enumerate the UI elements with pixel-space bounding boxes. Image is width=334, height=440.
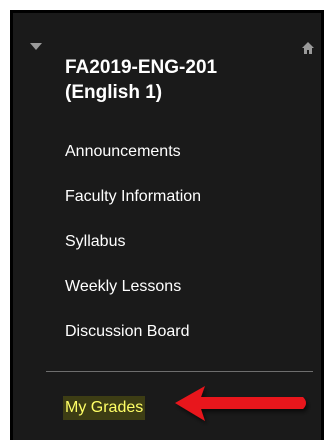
red-arrow-icon: [175, 386, 306, 421]
menu-divider: [46, 371, 313, 372]
course-name: (English 1): [65, 82, 163, 103]
caret-down-icon[interactable]: [30, 43, 42, 50]
menu-item-announcements[interactable]: Announcements: [65, 141, 201, 186]
menu-item-syllabus[interactable]: Syllabus: [65, 231, 201, 276]
course-menu-list: Announcements Faculty Information Syllab…: [65, 141, 201, 366]
home-icon[interactable]: [301, 41, 315, 55]
menu-item-my-grades[interactable]: My Grades: [63, 396, 146, 420]
menu-item-weekly-lessons[interactable]: Weekly Lessons: [65, 276, 201, 321]
course-code: FA2019-ENG-201: [65, 57, 218, 78]
course-title[interactable]: FA2019-ENG-201 (English 1): [65, 55, 285, 105]
course-menu-panel: FA2019-ENG-201 (English 1) Announcements…: [10, 10, 324, 440]
menu-item-discussion-board[interactable]: Discussion Board: [65, 321, 201, 366]
menu-item-faculty-information[interactable]: Faculty Information: [65, 186, 201, 231]
